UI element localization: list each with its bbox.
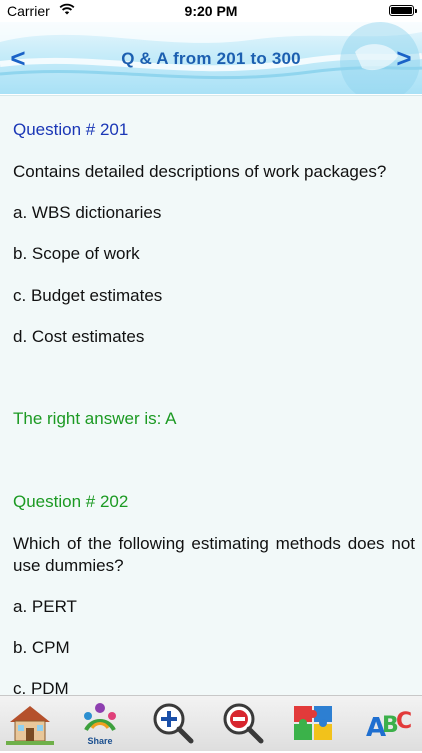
header-banner: < Q & A from 201 to 300 > (0, 22, 422, 94)
zoom-out-icon (223, 703, 264, 744)
share-button[interactable]: Share (74, 698, 126, 748)
abc-icon: A B C (366, 709, 412, 743)
option-a: a. PERT (13, 597, 77, 616)
question-title: Question # 202 (13, 492, 129, 511)
question-text: Which of the following estimating method… (13, 534, 415, 575)
zoom-in-icon (153, 703, 194, 744)
right-answer: The right answer is: A (13, 409, 177, 428)
option-d: d. Cost estimates (13, 327, 145, 346)
forward-button[interactable]: > (390, 44, 418, 72)
qa-content[interactable]: Question # 201 Contains detailed descrip… (0, 95, 422, 696)
clock: 9:20 PM (184, 3, 238, 19)
home-icon (6, 706, 54, 745)
abc-button[interactable]: A B C (362, 698, 414, 748)
option-c: c. PDM (13, 679, 69, 696)
option-a: a. WBS dictionaries (13, 203, 162, 222)
bottom-toolbar: Share A B C (0, 695, 422, 751)
option-c: c. Budget estimates (13, 286, 163, 305)
share-label: Share (87, 736, 113, 746)
option-b: b. Scope of work (13, 244, 140, 263)
zoom-in-button[interactable] (146, 698, 198, 748)
zoom-out-button[interactable] (216, 698, 268, 748)
puzzle-icon (294, 706, 332, 740)
option-b: b. CPM (13, 638, 70, 657)
page-title: Q & A from 201 to 300 (121, 49, 301, 68)
question-title: Question # 201 (13, 120, 129, 139)
battery-icon (389, 5, 417, 16)
puzzle-button[interactable] (288, 698, 340, 748)
home-button[interactable] (4, 698, 56, 748)
svg-text:C: C (396, 709, 412, 734)
question-text: Contains detailed descriptions of work p… (13, 162, 387, 181)
status-bar: Carrier 9:20 PM (0, 0, 422, 22)
